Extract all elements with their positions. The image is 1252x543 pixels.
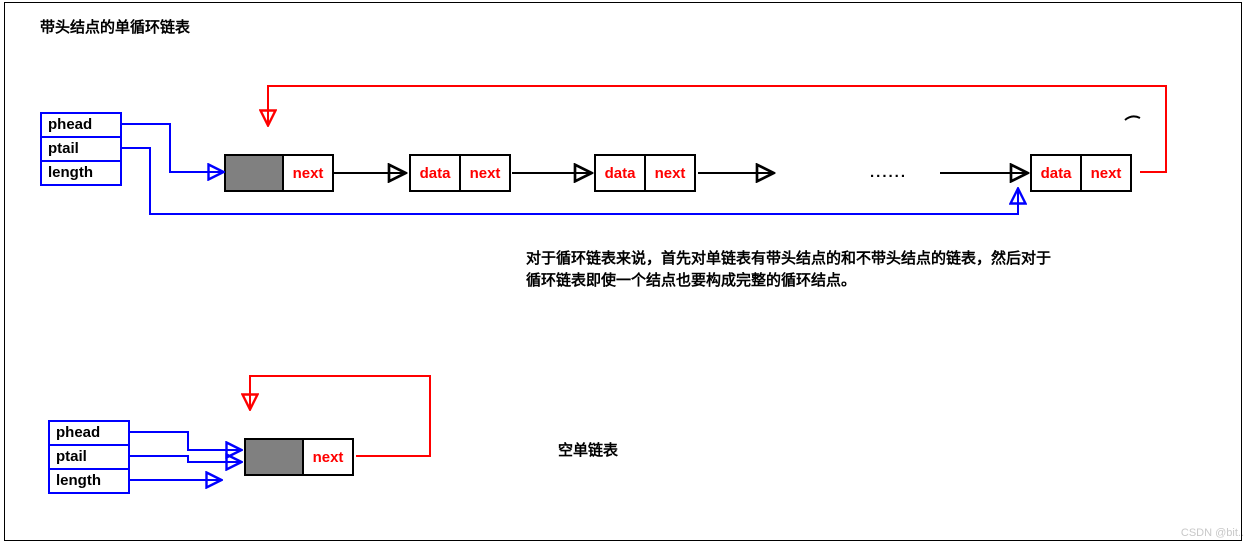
head-node-bottom-gray [246,440,302,474]
tail-node: data next [1030,154,1132,192]
head-node-next: next [282,156,332,190]
struct-ptail: ptail [42,138,120,162]
node2: data next [594,154,696,192]
head-node-bottom-next: next [302,440,352,474]
struct2-ptail: ptail [50,446,128,470]
page-title: 带头结点的单循环链表 [40,16,190,37]
struct2-phead: phead [50,422,128,446]
empty-list-label: 空单链表 [558,440,618,462]
head-node-top: next [224,154,334,192]
struct-box-bottom: phead ptail length [48,420,130,494]
tail-data: data [1032,156,1080,190]
node1-data: data [411,156,459,190]
node1-next: next [459,156,509,190]
ellipsis: ...... [870,164,907,181]
struct-box-top: phead ptail length [40,112,122,186]
paragraph: 对于循环链表来说，首先对单链表有带头结点的和不带头结点的链表，然后对于 循环链表… [526,248,1206,292]
node2-data: data [596,156,644,190]
paragraph-line2: 循环链表即使一个结点也要构成完整的循环结点。 [526,272,856,289]
watermark: CSDN @bit.. [1181,527,1244,539]
struct2-length: length [50,470,128,492]
struct-length: length [42,162,120,184]
head-node-gray [226,156,282,190]
struct-phead: phead [42,114,120,138]
tail-next: next [1080,156,1130,190]
paragraph-line1: 对于循环链表来说，首先对单链表有带头结点的和不带头结点的链表，然后对于 [526,250,1051,267]
node1: data next [409,154,511,192]
head-node-bottom: next [244,438,354,476]
node2-next: next [644,156,694,190]
